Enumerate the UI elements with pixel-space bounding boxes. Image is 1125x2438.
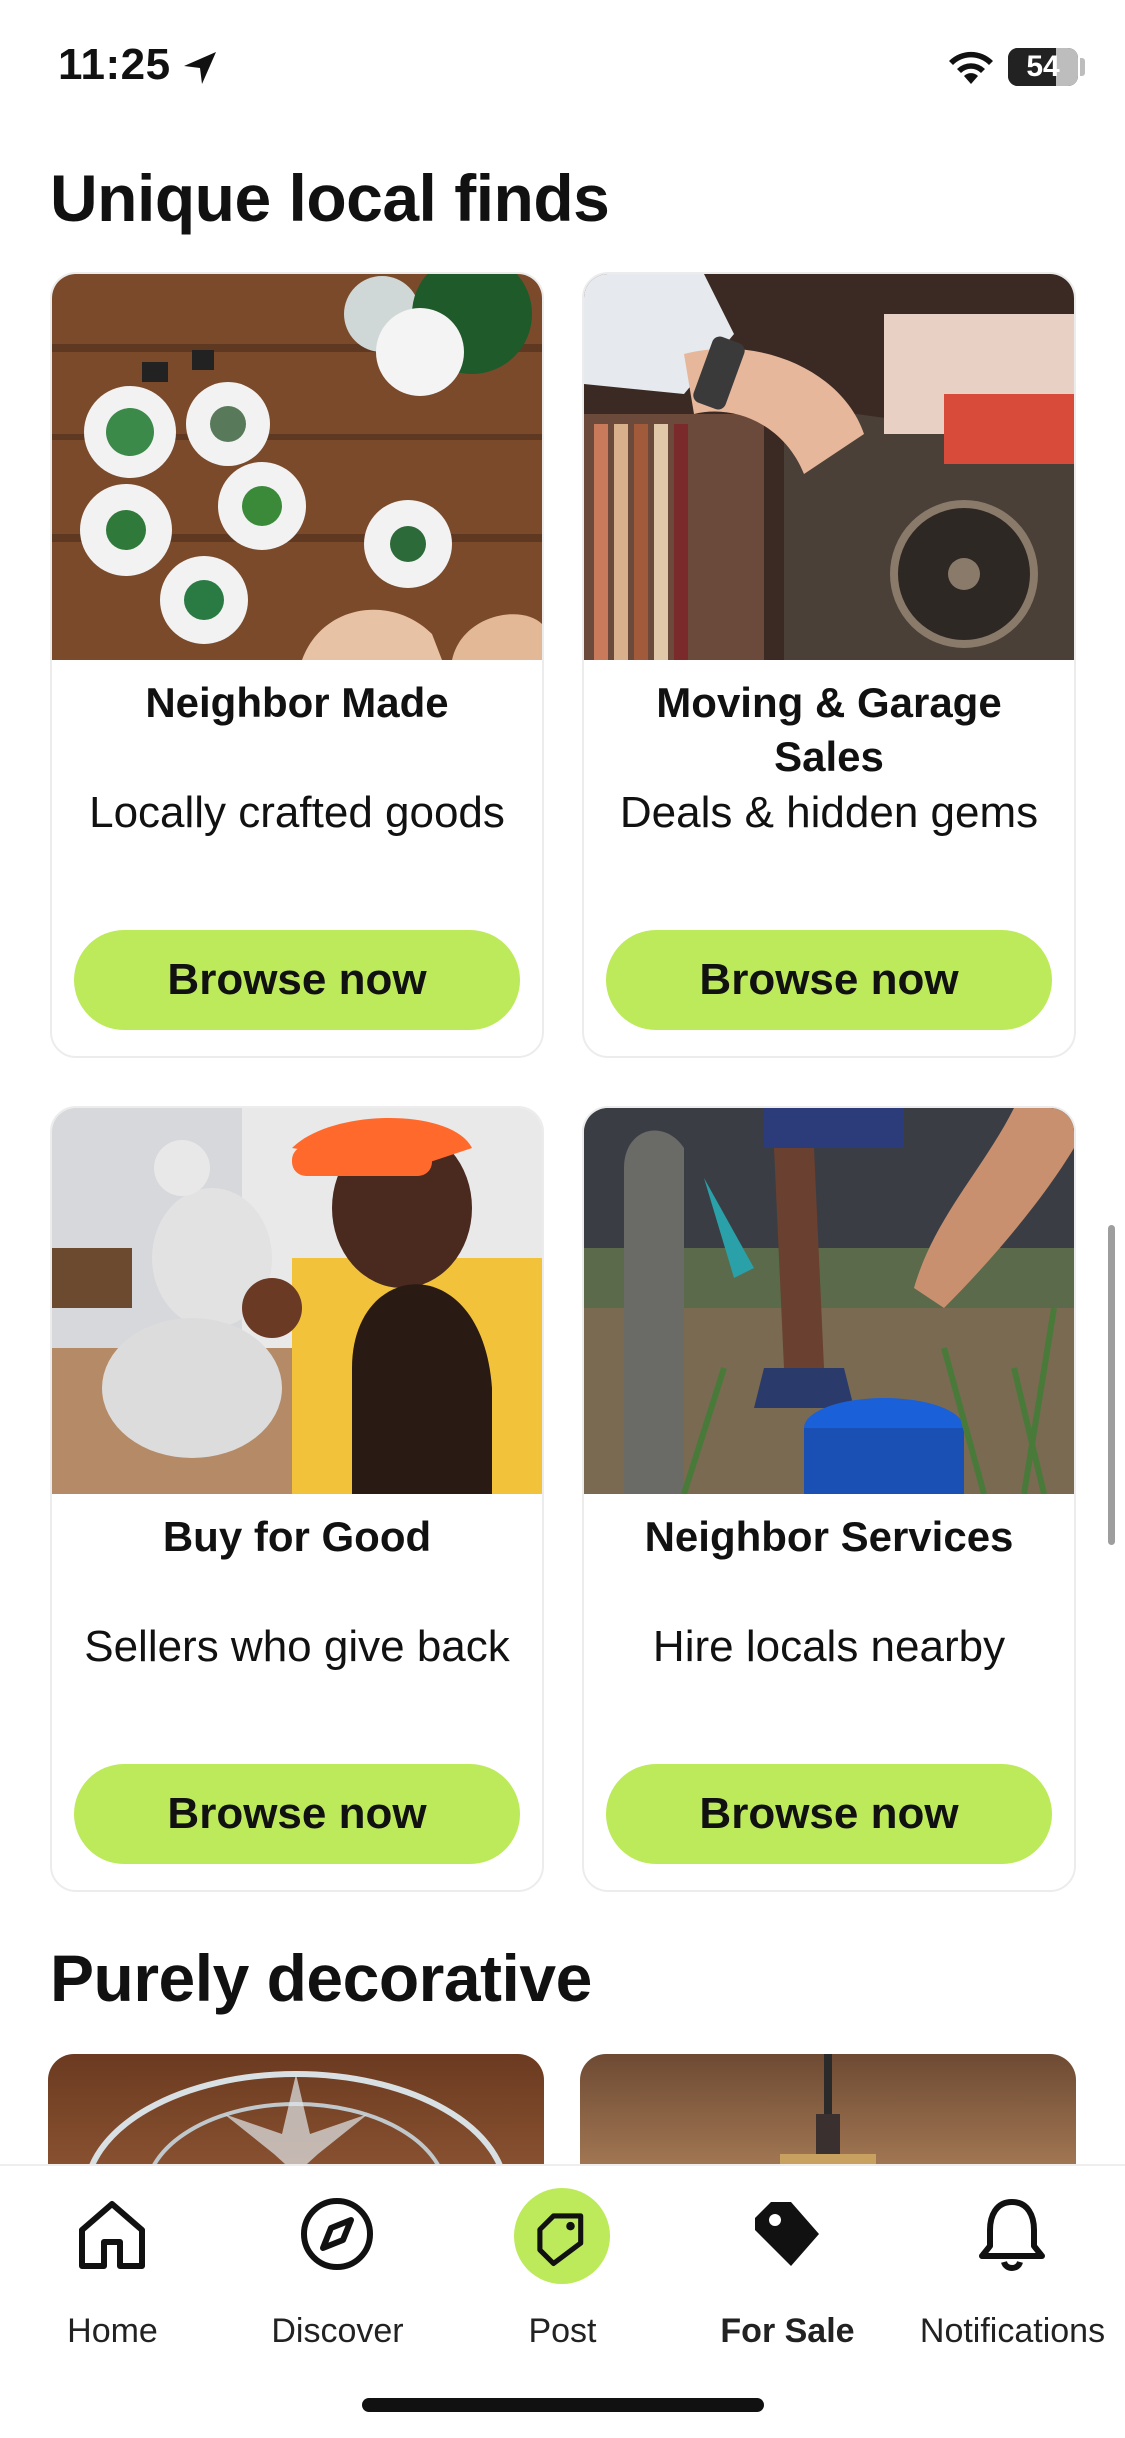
battery-level: 54	[1026, 50, 1060, 83]
category-card-buy-for-good[interactable]: Buy for Good Sellers who give back Brows…	[50, 1106, 544, 1892]
card-subtitle: Hire locals nearby	[652, 1622, 1006, 1671]
scrollbar[interactable]	[1108, 1225, 1115, 1545]
battery-icon: 54	[1008, 48, 1078, 86]
category-card-neighbor-made[interactable]: Neighbor Made Locally crafted goods Brow…	[50, 272, 544, 1058]
price-tag-icon	[755, 2202, 819, 2266]
section-title-decorative: Purely decorative	[50, 1941, 592, 2015]
card-subtitle: Locally crafted goods	[89, 788, 505, 837]
card-title: Neighbor Services	[644, 1513, 1014, 1560]
tab-label: For Sale	[720, 2312, 855, 2350]
tab-label: Notifications	[919, 2312, 1106, 2350]
status-time: 11:25	[58, 40, 171, 89]
bottom-tab-bar: Home Discover Post For Sale Notification…	[0, 2164, 1125, 2438]
battery-nub	[1080, 58, 1085, 76]
bell-icon	[979, 2199, 1045, 2271]
browse-now-button[interactable]: Browse now	[74, 1764, 520, 1864]
card-title: Neighbor Made	[145, 679, 449, 726]
tab-label: Post	[528, 2312, 597, 2350]
tab-label: Home	[67, 2312, 158, 2350]
card-title: Moving & Garage Sales	[656, 679, 1002, 780]
tab-for-sale[interactable]: For Sale	[675, 2194, 900, 2350]
home-icon	[79, 2201, 145, 2269]
card-image-crafts	[52, 274, 542, 660]
tab-discover[interactable]: Discover	[225, 2194, 450, 2350]
card-image-records	[584, 274, 1074, 660]
card-title: Buy for Good	[162, 1513, 432, 1560]
decorative-card-glass-dish[interactable]	[48, 2054, 544, 2174]
location-arrow-icon	[184, 52, 216, 84]
tab-label: Discover	[271, 2312, 404, 2350]
status-bar: 11:25 54	[0, 0, 1125, 140]
wifi-icon	[949, 51, 993, 84]
compass-icon	[301, 2198, 373, 2270]
post-tag-icon	[537, 2213, 584, 2267]
browse-now-button[interactable]: Browse now	[606, 930, 1052, 1030]
card-subtitle: Deals & hidden gems	[619, 788, 1039, 837]
category-card-moving-garage-sales[interactable]: Moving & Garage Sales Deals & hidden gem…	[582, 272, 1076, 1058]
tab-notifications[interactable]: Notifications	[900, 2194, 1125, 2350]
card-subtitle: Sellers who give back	[84, 1622, 510, 1671]
browse-now-button[interactable]: Browse now	[606, 1764, 1052, 1864]
home-indicator[interactable]	[362, 2398, 764, 2412]
tab-home[interactable]: Home	[0, 2194, 225, 2350]
card-image-gardening	[584, 1108, 1074, 1494]
decorative-card-chandelier[interactable]	[580, 2054, 1076, 2174]
card-image-teddy-bear	[52, 1108, 542, 1494]
section-title-local-finds: Unique local finds	[50, 161, 610, 235]
tab-post[interactable]: Post	[450, 2188, 675, 2350]
browse-now-button[interactable]: Browse now	[74, 930, 520, 1030]
category-card-neighbor-services[interactable]: Neighbor Services Hire locals nearby Bro…	[582, 1106, 1076, 1892]
